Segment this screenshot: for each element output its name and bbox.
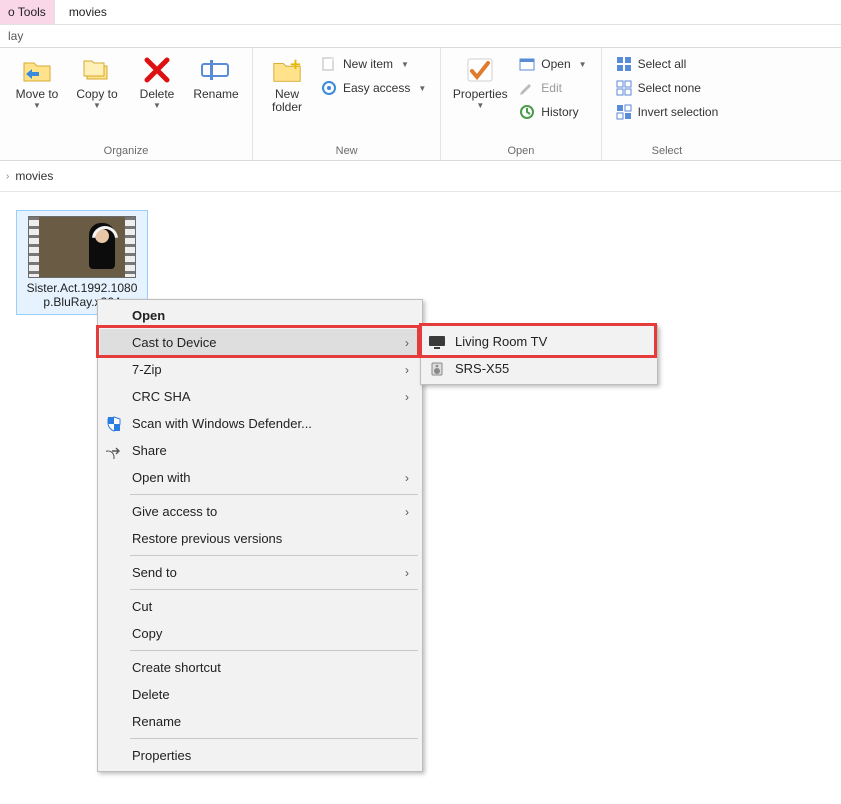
properties-check-icon	[464, 54, 496, 86]
share-icon	[104, 441, 124, 461]
video-thumbnail	[28, 216, 136, 278]
history-button[interactable]: History	[517, 102, 588, 122]
edit-icon	[519, 80, 535, 96]
ctx-share[interactable]: Share	[100, 437, 420, 464]
chevron-right-icon: ›	[6, 171, 9, 182]
easy-access-icon	[321, 80, 337, 96]
ctx-properties[interactable]: Properties	[100, 742, 420, 769]
context-menu: Open Cast to Device › 7-Zip › CRC SHA › …	[97, 299, 423, 772]
window-title: movies	[55, 0, 121, 24]
open-icon	[519, 56, 535, 72]
menu-separator	[130, 589, 418, 590]
ctx-7zip[interactable]: 7-Zip ›	[100, 356, 420, 383]
delete-button[interactable]: Delete ▼	[128, 52, 186, 110]
ribbon-tabs-row: lay	[0, 25, 841, 48]
cast-submenu: Living Room TV SRS-X55	[420, 325, 658, 385]
ctx-send-to[interactable]: Send to ›	[100, 559, 420, 586]
ctx-create-shortcut[interactable]: Create shortcut	[100, 654, 420, 681]
ribbon-group-new: New folder New item▼ Easy access▼ New	[253, 48, 441, 160]
ctx-crc-sha[interactable]: CRC SHA ›	[100, 383, 420, 410]
ribbon-group-label: Organize	[104, 143, 149, 158]
ctx-defender[interactable]: Scan with Windows Defender...	[100, 410, 420, 437]
easy-access-button[interactable]: Easy access▼	[319, 78, 428, 98]
ctx-cast-to-device[interactable]: Cast to Device ›	[100, 329, 420, 356]
shield-icon	[104, 414, 124, 434]
ctx-open[interactable]: Open	[100, 302, 420, 329]
chevron-down-icon: ▼	[579, 60, 587, 69]
rename-button[interactable]: Rename	[188, 52, 244, 101]
ribbon-group-label: Open	[507, 143, 534, 158]
folder-arrow-left-icon	[21, 54, 53, 86]
menu-separator	[130, 494, 418, 495]
breadcrumb[interactable]: › movies	[0, 161, 841, 192]
ctx-copy[interactable]: Copy	[100, 620, 420, 647]
new-item-icon	[321, 56, 337, 72]
select-none-button[interactable]: Select none	[614, 78, 721, 98]
chevron-right-icon: ›	[400, 363, 414, 377]
chevron-right-icon: ›	[400, 336, 414, 350]
speaker-icon	[427, 359, 447, 379]
ribbon-group-organize: Move to ▼ Copy to ▼ D	[0, 48, 253, 160]
select-all-icon	[616, 56, 632, 72]
ctx-delete[interactable]: Delete	[100, 681, 420, 708]
open-button[interactable]: Open▼	[517, 54, 588, 74]
chevron-down-icon: ▼	[476, 101, 484, 110]
chevron-down-icon: ▼	[153, 101, 161, 110]
ribbon-group-label: New	[336, 143, 358, 158]
history-icon	[519, 104, 535, 120]
folder-stack-icon	[81, 54, 113, 86]
cast-device-srs-x55[interactable]: SRS-X55	[423, 355, 655, 382]
ribbon-tab-play[interactable]: lay	[0, 25, 31, 47]
chevron-down-icon: ▼	[33, 101, 41, 110]
chevron-right-icon: ›	[400, 390, 414, 404]
title-strip: o Tools movies	[0, 0, 841, 25]
invert-selection-button[interactable]: Invert selection	[614, 102, 721, 122]
chevron-down-icon: ▼	[418, 84, 426, 93]
ribbon-group-select: Select all Select none Invert selection …	[602, 48, 733, 160]
chevron-down-icon: ▼	[93, 101, 101, 110]
copy-to-button[interactable]: Copy to ▼	[68, 52, 126, 110]
move-to-button[interactable]: Move to ▼	[8, 52, 66, 110]
ribbon: Move to ▼ Copy to ▼ D	[0, 48, 841, 161]
ctx-open-with[interactable]: Open with ›	[100, 464, 420, 491]
ribbon-group-label: Select	[652, 143, 683, 158]
delete-x-icon	[141, 54, 173, 86]
rename-icon	[200, 54, 232, 86]
contextual-tab[interactable]: o Tools	[0, 0, 55, 24]
ctx-restore-versions[interactable]: Restore previous versions	[100, 525, 420, 552]
select-none-icon	[616, 80, 632, 96]
menu-separator	[130, 555, 418, 556]
ribbon-group-open: Properties ▼ Open▼ Edit	[441, 48, 601, 160]
chevron-down-icon: ▼	[401, 60, 409, 69]
breadcrumb-segment[interactable]: movies	[15, 169, 53, 183]
tv-icon	[427, 332, 447, 352]
select-all-button[interactable]: Select all	[614, 54, 721, 74]
chevron-right-icon: ›	[400, 566, 414, 580]
ctx-cut[interactable]: Cut	[100, 593, 420, 620]
new-folder-icon	[271, 54, 303, 86]
edit-button: Edit	[517, 78, 588, 98]
chevron-right-icon: ›	[400, 505, 414, 519]
invert-selection-icon	[616, 104, 632, 120]
new-item-button[interactable]: New item▼	[319, 54, 428, 74]
ctx-give-access[interactable]: Give access to ›	[100, 498, 420, 525]
properties-button[interactable]: Properties ▼	[449, 52, 511, 110]
ctx-rename[interactable]: Rename	[100, 708, 420, 735]
chevron-right-icon: ›	[400, 471, 414, 485]
menu-separator	[130, 650, 418, 651]
menu-separator	[130, 738, 418, 739]
new-folder-button[interactable]: New folder	[261, 52, 313, 114]
cast-device-living-room-tv[interactable]: Living Room TV	[423, 328, 655, 355]
